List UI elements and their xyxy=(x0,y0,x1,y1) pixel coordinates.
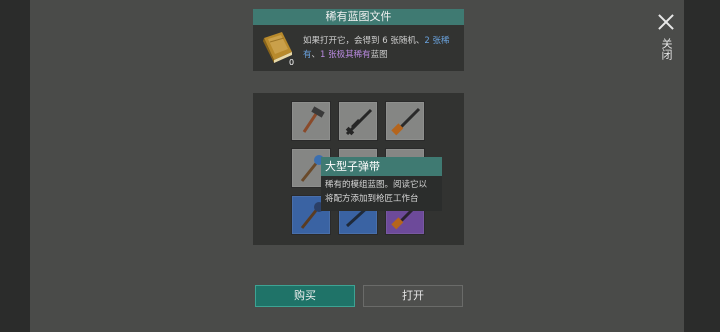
blueprint-slot[interactable] xyxy=(338,101,378,141)
tooltip-title: 大型子弹带 xyxy=(321,157,442,176)
left-edge xyxy=(0,0,30,332)
item-info-panel: 0 如果打开它，会得到 6 张随机、2 张稀有、1 张极其稀有蓝图 xyxy=(253,25,464,71)
open-button[interactable]: 打开 xyxy=(363,285,463,307)
hammer-icon xyxy=(302,106,325,133)
desc-epic: 1 张极其稀有 xyxy=(320,50,371,60)
buy-button[interactable]: 购买 xyxy=(255,285,355,307)
item-description: 如果打开它，会得到 6 张随机、2 张稀有、1 张极其稀有蓝图 xyxy=(303,34,461,62)
shotgun-icon xyxy=(391,107,421,136)
tooltip-description: 稀有的模组蓝图。阅读它以 将配方添加到枪匠工作台 xyxy=(321,176,442,206)
tooltip-line: 稀有的模组蓝图。阅读它以 xyxy=(325,180,428,190)
item-tooltip: 大型子弹带 稀有的模组蓝图。阅读它以 将配方添加到枪匠工作台 xyxy=(321,157,442,211)
blueprint-slot[interactable] xyxy=(291,101,331,141)
tooltip-line: 将配方添加到枪匠工作台 xyxy=(325,194,419,204)
desc-text: 蓝图 xyxy=(370,50,388,60)
desc-text: 、 xyxy=(311,50,321,60)
rifle-icon xyxy=(345,108,373,136)
blueprint-slot[interactable] xyxy=(385,101,425,141)
right-edge xyxy=(684,0,720,332)
item-count: 0 xyxy=(289,58,295,67)
close-icon[interactable] xyxy=(656,12,676,32)
page-title: 稀有蓝图文件 xyxy=(253,9,464,25)
desc-text: 如果打开它，会得到 6 张随机、 xyxy=(303,36,425,46)
close-button[interactable]: 关闭 xyxy=(652,12,680,72)
close-label: 关闭 xyxy=(660,38,673,60)
